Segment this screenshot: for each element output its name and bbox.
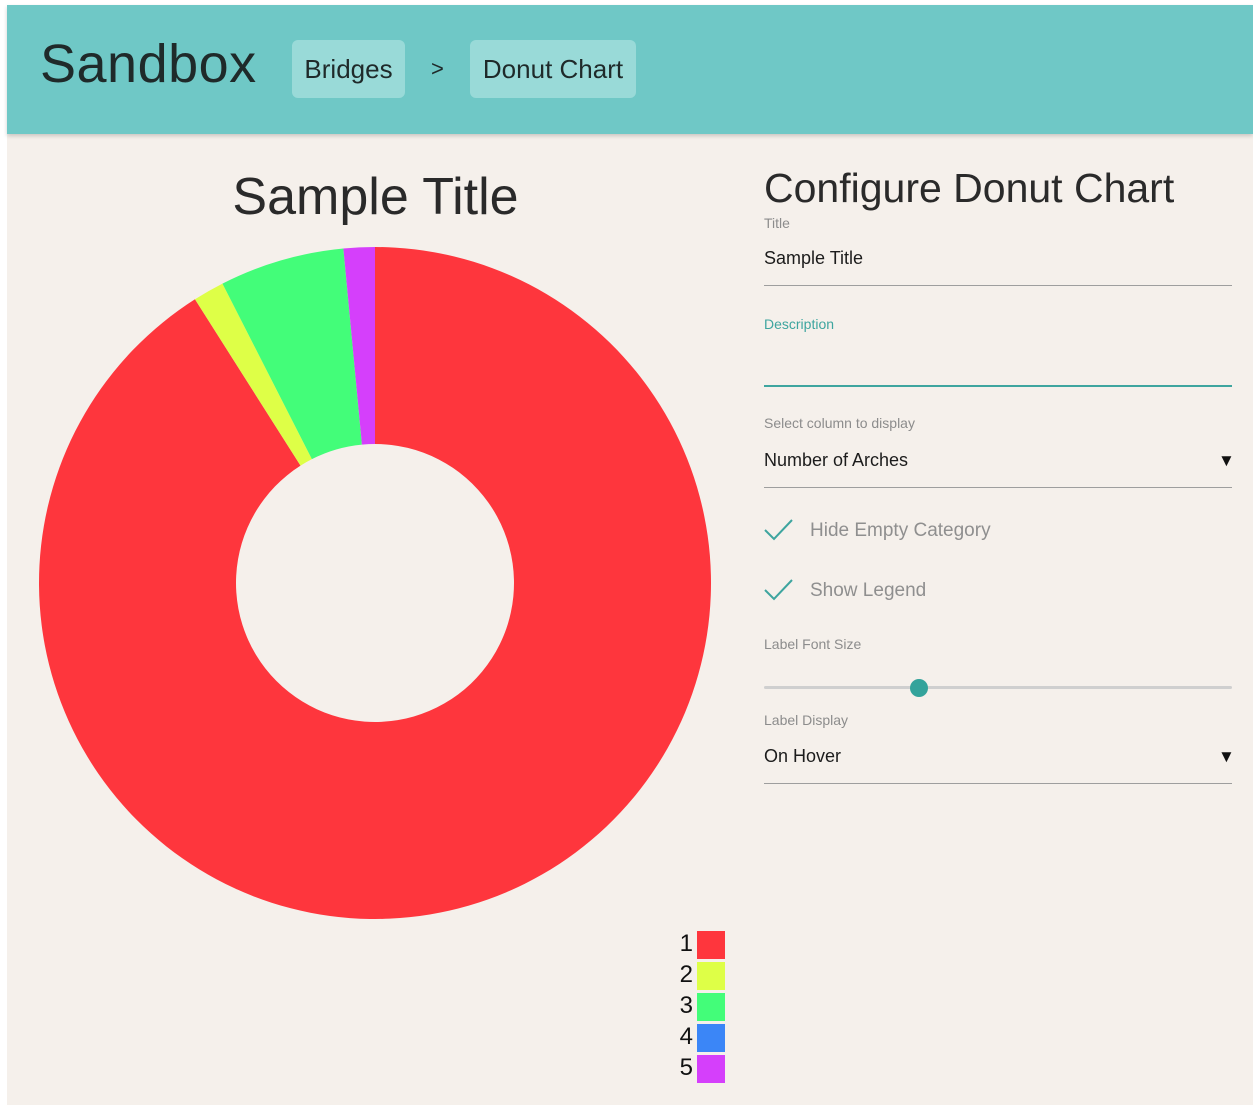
- label-display-label: Label Display: [764, 712, 849, 728]
- title-input[interactable]: Sample Title: [764, 248, 863, 269]
- legend-label: 3: [679, 992, 693, 1019]
- legend-swatch: [697, 931, 725, 959]
- label-display-select[interactable]: On Hover: [764, 746, 841, 767]
- column-select[interactable]: Number of Arches: [764, 450, 908, 471]
- app-window: Sandbox Bridges > Donut Chart Sample Tit…: [7, 5, 1253, 1105]
- label-display-underline: [764, 783, 1232, 784]
- title-input-underline: [764, 285, 1232, 286]
- column-select-underline: [764, 487, 1232, 488]
- legend-swatch: [697, 962, 725, 990]
- legend-item-3: 3: [671, 992, 731, 1021]
- show-legend-label[interactable]: Show Legend: [810, 580, 926, 602]
- legend-item-4: 4: [671, 1023, 731, 1052]
- legend-swatch: [697, 1024, 725, 1052]
- description-input[interactable]: [764, 350, 1232, 378]
- legend-swatch: [697, 993, 725, 1021]
- legend-swatch: [697, 1055, 725, 1083]
- label-display-arrow-icon[interactable]: ▼: [1218, 747, 1235, 767]
- donut-slice-1[interactable]: [39, 247, 712, 920]
- donut-chart: [39, 247, 712, 920]
- legend-label: 4: [679, 1023, 693, 1050]
- title-field-label: Title: [764, 215, 790, 231]
- panel-title: Configure Donut Chart: [764, 165, 1175, 211]
- font-size-slider-thumb[interactable]: [910, 679, 928, 697]
- show-legend-checkbox-icon[interactable]: [764, 577, 794, 601]
- legend-item-1: 1: [671, 930, 731, 959]
- legend-label: 5: [679, 1054, 693, 1081]
- legend-item-2: 2: [671, 961, 731, 990]
- hide-empty-label[interactable]: Hide Empty Category: [810, 520, 991, 542]
- font-size-label: Label Font Size: [764, 636, 862, 652]
- hide-empty-checkbox-icon[interactable]: [764, 517, 794, 541]
- column-select-label: Select column to display: [764, 415, 915, 431]
- description-input-underline: [764, 385, 1232, 387]
- legend-label: 1: [679, 930, 693, 957]
- legend-item-5: 5: [671, 1054, 731, 1083]
- description-field-label: Description: [764, 316, 835, 332]
- legend-label: 2: [679, 961, 693, 988]
- font-size-slider-track[interactable]: [764, 686, 1232, 689]
- column-select-arrow-icon[interactable]: ▼: [1218, 451, 1235, 471]
